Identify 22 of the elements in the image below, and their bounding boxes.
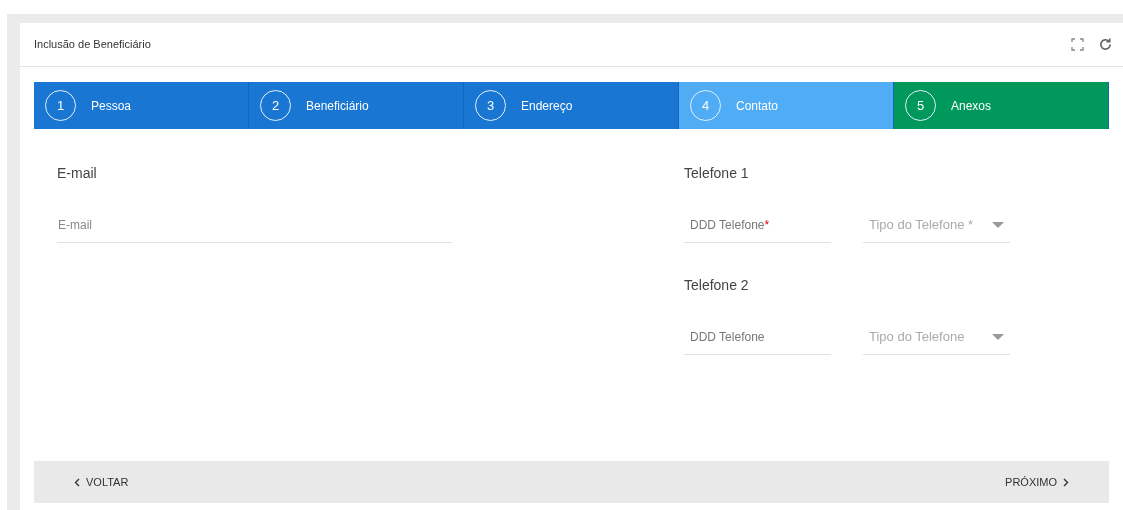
- step-tab[interactable]: 4 Contato: [679, 82, 894, 129]
- fullscreen-icon[interactable]: [1071, 38, 1084, 51]
- chevron-left-icon: [74, 477, 80, 487]
- email-field[interactable]: E-mail: [57, 207, 452, 243]
- dropdown-caret-icon: [992, 333, 1004, 340]
- back-button[interactable]: VOLTAR: [74, 473, 129, 491]
- chevron-right-icon: [1063, 477, 1069, 487]
- step-tab[interactable]: 1 Pessoa: [34, 82, 249, 129]
- refresh-icon[interactable]: [1098, 37, 1113, 52]
- phone-field[interactable]: DDD Telefone: [684, 319, 831, 355]
- phone-type-select[interactable]: Tipo do Telefone: [863, 319, 1010, 355]
- phone-field[interactable]: DDD Telefone*: [684, 207, 831, 243]
- section-heading: Telefone 1: [684, 164, 750, 183]
- phone-type-select[interactable]: Tipo do Telefone *: [863, 207, 1010, 243]
- step-tab[interactable]: 3 Endereço: [464, 82, 679, 129]
- step-tab[interactable]: 2 Beneficiário: [249, 82, 464, 129]
- dropdown-caret-icon: [992, 221, 1004, 228]
- step-tab[interactable]: 5 Anexos: [894, 82, 1109, 129]
- section-heading: Telefone 2: [684, 276, 750, 295]
- next-button[interactable]: PRÓXIMO: [1005, 473, 1069, 491]
- panel-title: Inclusão de Beneficiário: [34, 37, 151, 53]
- section-heading: E-mail: [57, 164, 98, 183]
